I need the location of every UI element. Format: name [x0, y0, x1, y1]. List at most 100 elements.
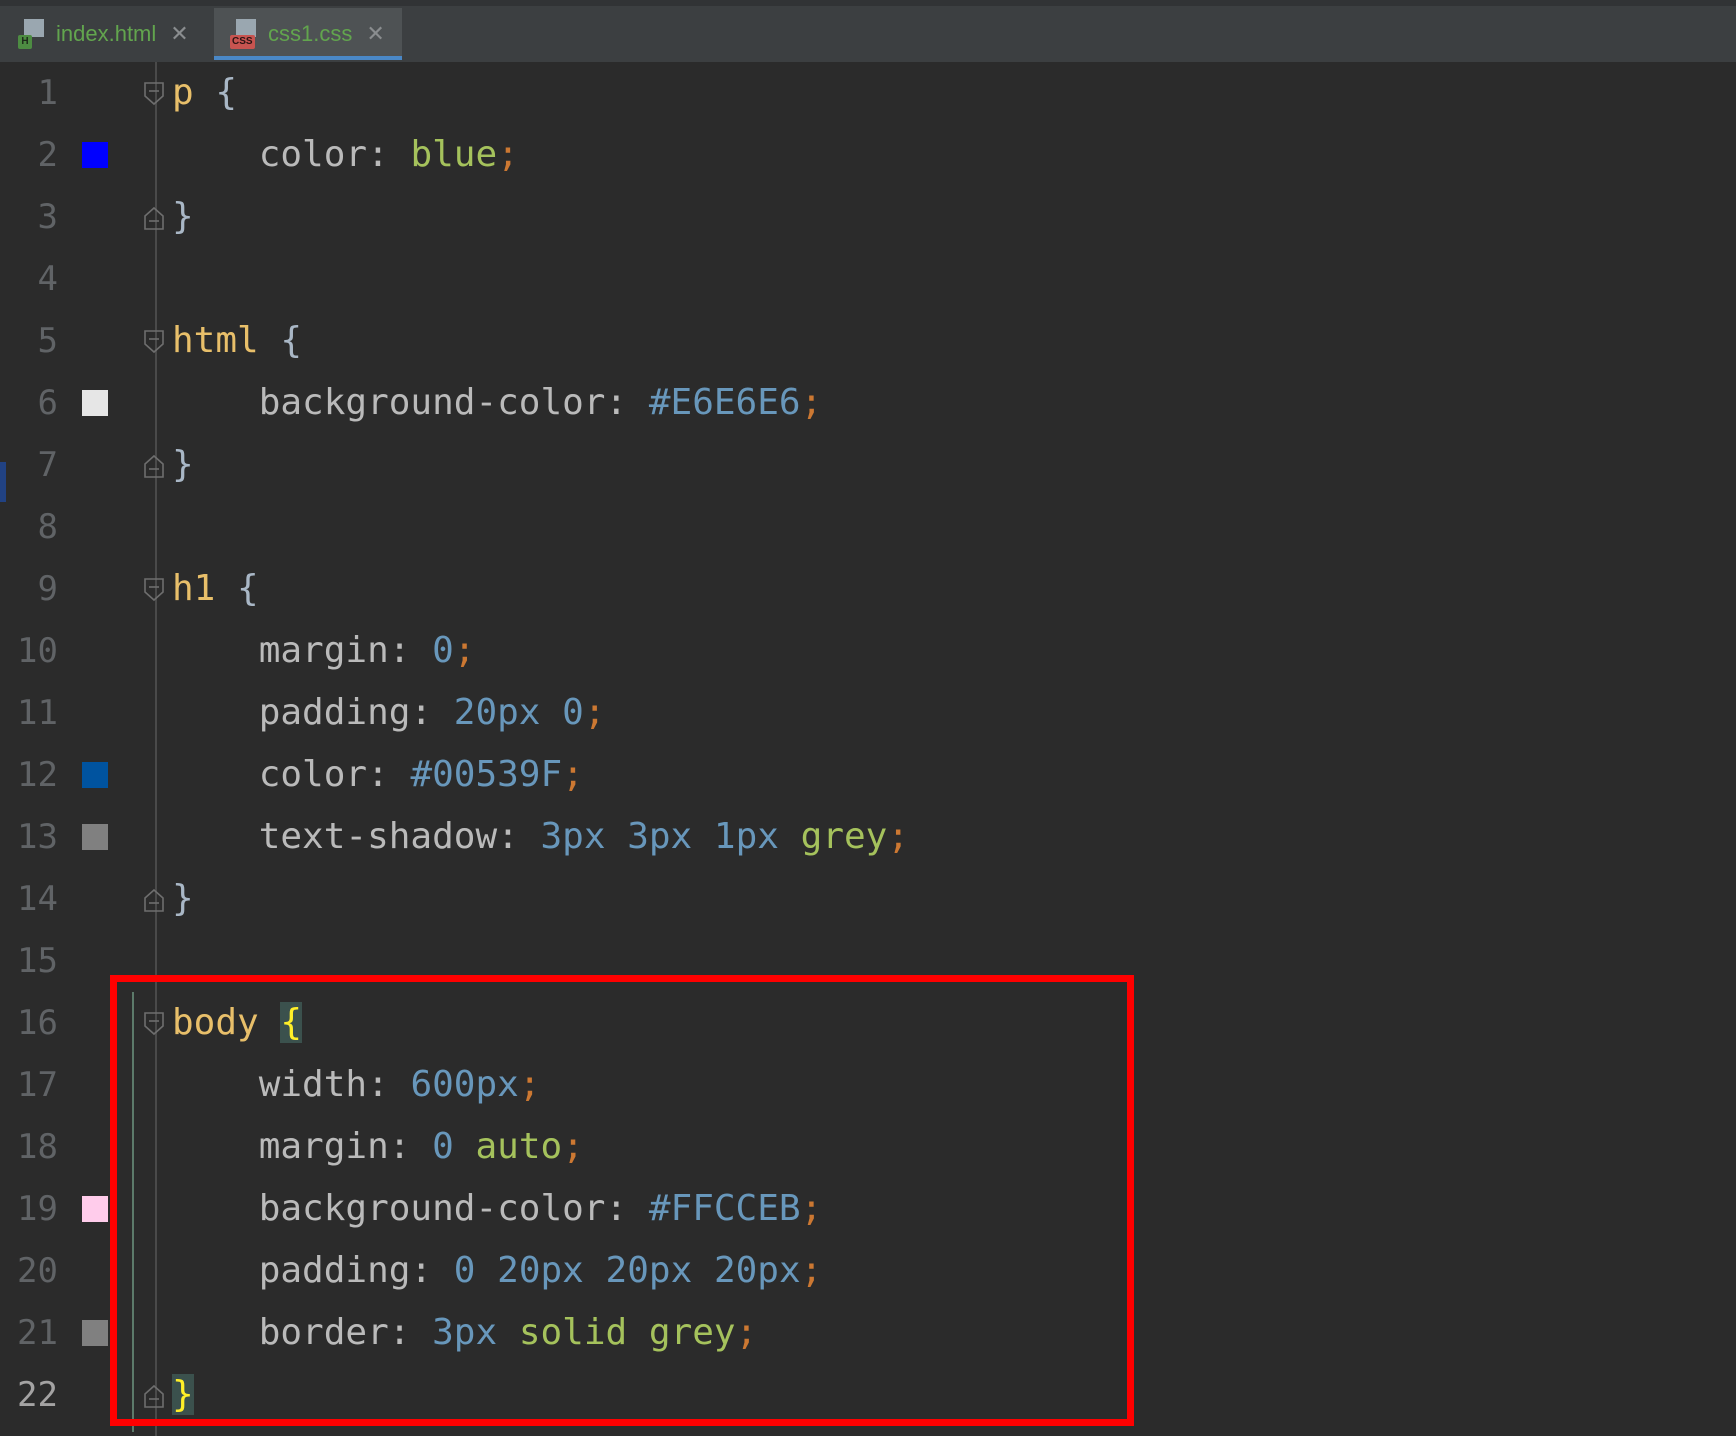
css-value: 3px	[627, 816, 693, 857]
code-line[interactable]: 9 h1 {	[0, 558, 1736, 620]
line-number: 21	[17, 1313, 58, 1353]
code-text: background-color: #E6E6E6;	[172, 372, 823, 434]
close-icon[interactable]: ✕	[170, 21, 188, 47]
color-swatch[interactable]	[82, 390, 108, 416]
code-text: color: blue;	[172, 124, 519, 186]
line-number: 8	[37, 507, 58, 547]
css-value: blue	[410, 134, 498, 175]
colon: :	[388, 630, 433, 671]
editor-tab-bar: H index.html ✕ CSS css1.css ✕	[0, 0, 1736, 63]
code-line[interactable]: 6 background-color: #E6E6E6;	[0, 372, 1736, 434]
color-swatch[interactable]	[82, 142, 108, 168]
code-text: color: #00539F;	[172, 744, 584, 806]
line-number: 9	[37, 569, 58, 609]
line-number: 11	[17, 693, 58, 733]
code-line[interactable]: 1 p {	[0, 62, 1736, 124]
code-text: }	[172, 434, 194, 496]
tab-label: index.html	[56, 21, 157, 46]
fold-open-icon[interactable]	[144, 82, 164, 106]
color-swatch[interactable]	[82, 1320, 108, 1346]
css-value: 1px	[713, 816, 779, 857]
code-line[interactable]: 10 margin: 0;	[0, 620, 1736, 682]
code-text: p {	[172, 62, 237, 124]
tab-label: css1.css	[268, 21, 353, 46]
code-editor[interactable]: 1p {2 color: blue; 3} 4 5 html {6 background…	[0, 62, 1736, 1436]
line-number: 22	[17, 1375, 58, 1415]
code-line[interactable]: 11 padding: 20px 0;	[0, 682, 1736, 744]
highlight-box	[110, 975, 1134, 1426]
css-property: margin	[258, 630, 389, 671]
semicolon: ;	[887, 816, 910, 857]
css-property: color	[258, 134, 368, 175]
open-brace: {	[237, 568, 259, 609]
css-selector: h1	[172, 568, 216, 609]
line-number: 17	[17, 1065, 58, 1105]
css-value: 0	[562, 692, 584, 733]
line-number: 18	[17, 1127, 58, 1167]
line-number: 12	[17, 755, 58, 795]
css-property: text-shadow	[258, 816, 498, 857]
css-value: grey	[800, 816, 888, 857]
line-number: 4	[37, 259, 58, 299]
color-swatch[interactable]	[82, 762, 108, 788]
fold-close-icon[interactable]	[144, 206, 164, 230]
html-file-icon: H	[18, 19, 46, 49]
open-brace: {	[215, 72, 238, 113]
css-selector: html	[172, 320, 259, 361]
code-line[interactable]: 13 text-shadow: 3px 3px 1px grey;	[0, 806, 1736, 868]
close-brace: }	[172, 196, 194, 237]
code-text: h1 {	[172, 558, 259, 620]
css-value: 3px	[540, 816, 606, 857]
close-brace: }	[172, 878, 194, 919]
colon: :	[410, 692, 454, 733]
css-value: #E6E6E6	[648, 382, 801, 423]
semicolon: ;	[583, 692, 606, 733]
colon: :	[367, 754, 411, 795]
fold-open-icon[interactable]	[144, 330, 164, 354]
css-property: background-color	[258, 382, 606, 423]
line-number: 3	[37, 197, 58, 237]
code-text: }	[172, 868, 194, 930]
line-number: 13	[17, 817, 58, 857]
css-property: color	[258, 754, 368, 795]
line-number: 14	[17, 879, 58, 919]
line-number: 20	[17, 1251, 58, 1291]
code-text: padding: 20px 0;	[172, 682, 606, 744]
fold-open-icon[interactable]	[144, 578, 164, 602]
code-text: }	[172, 186, 194, 248]
line-number: 7	[37, 445, 58, 485]
code-line[interactable]: 3}	[0, 186, 1736, 248]
tab-index-html[interactable]: H index.html ✕	[0, 8, 212, 60]
colon: :	[367, 134, 411, 175]
line-number: 16	[17, 1003, 58, 1043]
css-file-icon: CSS	[230, 19, 258, 49]
css-selector: p	[172, 72, 194, 113]
code-line[interactable]: 5 html {	[0, 310, 1736, 372]
fold-close-icon[interactable]	[144, 454, 164, 478]
close-icon[interactable]: ✕	[366, 21, 384, 47]
code-line[interactable]: 14}	[0, 868, 1736, 930]
semicolon: ;	[562, 754, 584, 795]
semicolon: ;	[497, 134, 519, 175]
color-swatch[interactable]	[82, 1196, 108, 1222]
css-value: 0	[432, 630, 454, 671]
tab-css1-css[interactable]: CSS css1.css ✕	[214, 8, 402, 60]
fold-close-icon[interactable]	[144, 888, 164, 912]
css-value: 20px	[453, 692, 541, 733]
semicolon: ;	[453, 630, 476, 671]
colon: :	[605, 382, 649, 423]
colon: :	[497, 816, 541, 857]
code-line[interactable]: 4	[0, 248, 1736, 310]
open-brace: {	[280, 320, 303, 361]
code-line[interactable]: 12 color: #00539F;	[0, 744, 1736, 806]
code-line[interactable]: 7}	[0, 434, 1736, 496]
code-line[interactable]: 2 color: blue;	[0, 124, 1736, 186]
line-number: 1	[37, 73, 58, 113]
line-number: 19	[17, 1189, 58, 1229]
close-brace: }	[172, 444, 194, 485]
line-number: 6	[37, 383, 58, 423]
css-property: padding	[258, 692, 411, 733]
code-line[interactable]: 8	[0, 496, 1736, 558]
code-text: text-shadow: 3px 3px 1px grey;	[172, 806, 909, 868]
color-swatch[interactable]	[82, 824, 108, 850]
